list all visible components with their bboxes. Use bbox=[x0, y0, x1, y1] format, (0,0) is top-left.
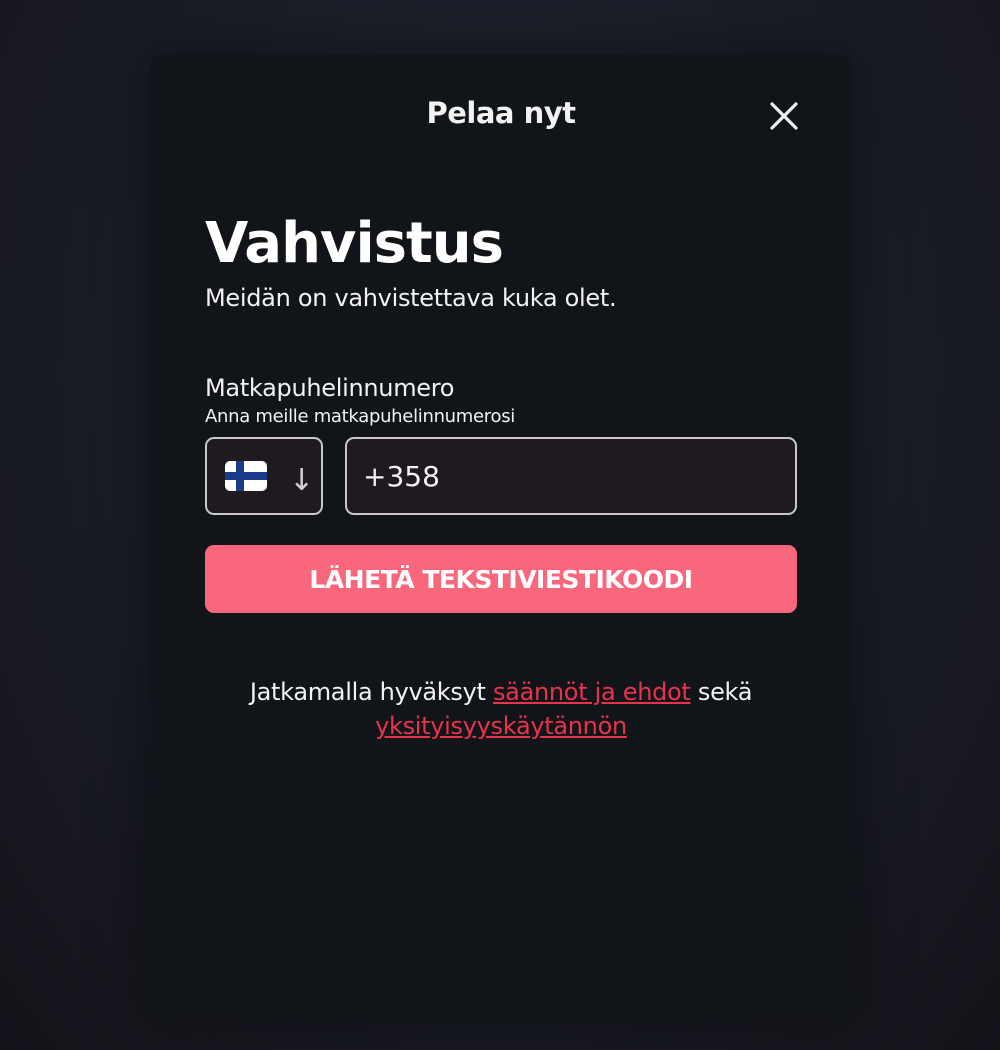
verification-content: Vahvistus Meidän on vahvistettava kuka o… bbox=[205, 204, 797, 743]
terms-prefix: Jatkamalla hyväksyt bbox=[249, 678, 486, 706]
phone-input-row: ↓ bbox=[205, 437, 797, 515]
modal-header: Pelaa nyt bbox=[150, 54, 852, 174]
country-code-select[interactable]: ↓ bbox=[205, 437, 323, 515]
privacy-link[interactable]: yksityisyyskäytännön bbox=[375, 712, 627, 740]
terms-notice: Jatkamalla hyväksyt säännöt ja ehdot sek… bbox=[205, 675, 797, 743]
terms-link[interactable]: säännöt ja ehdot bbox=[493, 678, 691, 706]
terms-middle: sekä bbox=[697, 678, 753, 706]
phone-field-label: Matkapuhelinnumero bbox=[205, 374, 455, 402]
page-subtitle: Meidän on vahvistettava kuka olet. bbox=[205, 284, 617, 312]
close-icon bbox=[770, 102, 798, 130]
send-sms-code-button[interactable]: LÄHETÄ TEKSTIVIESTIKOODI bbox=[205, 545, 797, 613]
close-button[interactable] bbox=[762, 94, 806, 138]
chevron-down-icon: ↓ bbox=[289, 462, 315, 498]
page-title: Vahvistus bbox=[205, 211, 504, 276]
signup-modal: Pelaa nyt Vahvistus Meidän on vahvistett… bbox=[150, 54, 852, 1018]
modal-title: Pelaa nyt bbox=[426, 96, 576, 130]
phone-number-input[interactable] bbox=[345, 437, 797, 515]
phone-field-hint: Anna meille matkapuhelinnumerosi bbox=[205, 406, 515, 427]
finland-flag-icon bbox=[225, 461, 267, 491]
